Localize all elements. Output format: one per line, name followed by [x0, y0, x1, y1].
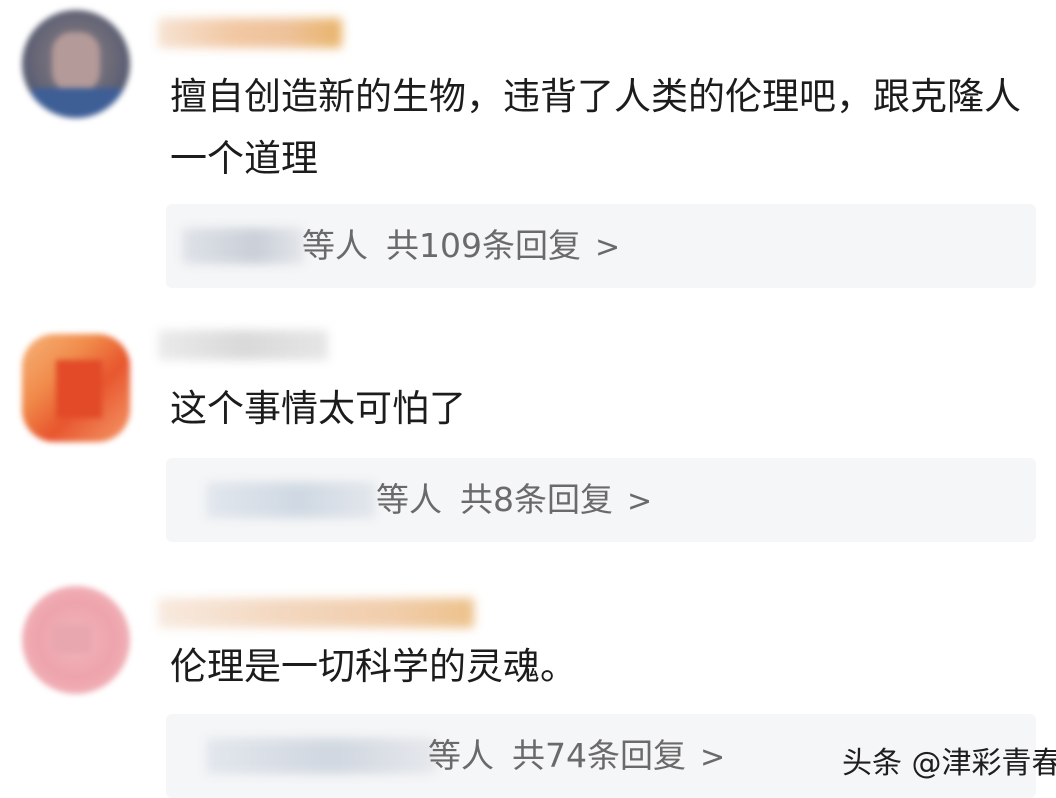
- reply-count: 共8条回复: [460, 480, 613, 519]
- comment-text: 这个事情太可怕了: [170, 387, 466, 430]
- reply-suffix: 等人: [428, 736, 494, 775]
- comment-text: 擅自创造新的生物，违背了人类的伦理吧，跟克隆人一个道理: [170, 75, 1021, 180]
- reply-usernames: [182, 228, 304, 264]
- reply-count: 共74条回复: [512, 736, 686, 775]
- watermark: 头条 @津彩青春: [842, 746, 1056, 781]
- reply-suffix: 等人: [376, 480, 442, 519]
- comment-text: 伦理是一切科学的灵魂。: [170, 645, 577, 688]
- avatar[interactable]: [22, 586, 130, 694]
- username[interactable]: [158, 598, 474, 628]
- reply-usernames: [206, 738, 436, 774]
- reply-suffix: 等人: [302, 226, 368, 265]
- username[interactable]: [158, 18, 342, 48]
- avatar[interactable]: [22, 10, 130, 118]
- avatar[interactable]: [22, 334, 130, 442]
- reply-usernames: [206, 482, 376, 518]
- reply-summary-text: 等人 共74条回复 >: [428, 732, 725, 782]
- reply-summary-button[interactable]: 等人 共8条回复 >: [166, 458, 1036, 542]
- chevron-right-icon: >: [595, 230, 621, 265]
- chevron-right-icon: >: [700, 740, 726, 775]
- reply-count: 共109条回复: [386, 226, 581, 265]
- reply-summary-text: 等人 共8条回复 >: [376, 476, 652, 526]
- username[interactable]: [158, 330, 328, 360]
- reply-summary-text: 等人 共109条回复 >: [302, 222, 620, 272]
- chevron-right-icon: >: [627, 484, 653, 519]
- reply-summary-button[interactable]: 等人 共109条回复 >: [166, 204, 1036, 288]
